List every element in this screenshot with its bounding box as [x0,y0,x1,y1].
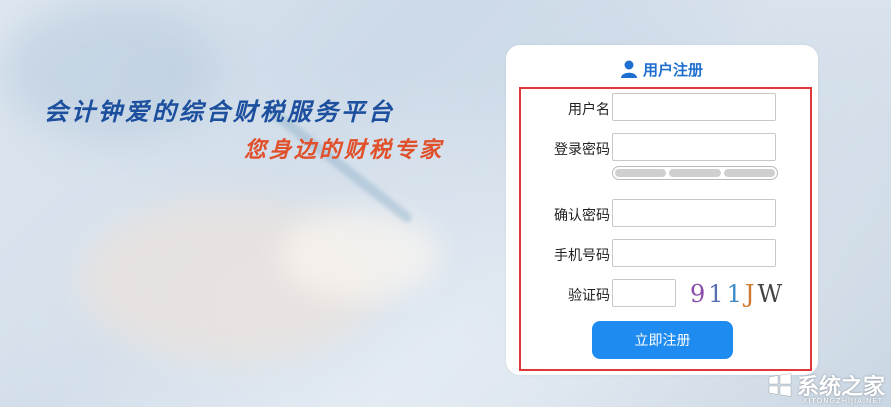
watermark-subtext: XITONGZHIJIA.NET [802,397,883,405]
panel-title-text: 用户注册 [642,61,703,79]
registration-page: 会计钟爱的综合财税服务平台 您身边的财税专家 用户注册 用户名： 登录密码： 确… [0,0,891,407]
watermark: 系统之家 XITONGZHIJIA.NET [767,369,885,405]
slogan-line-2: 您身边的财税专家 [244,137,445,163]
phone-row: 手机号码： [519,239,812,269]
password-strength-meter [612,166,778,180]
panel-title: 用户注册 [506,59,818,82]
strength-segment [615,169,667,177]
phone-input[interactable] [612,239,776,267]
slogan-line-1: 会计钟爱的综合财税服务平台 [44,97,395,126]
password-row: 登录密码： [519,133,812,163]
user-icon [620,60,637,82]
password-input[interactable] [612,133,776,161]
background-paper [280,210,440,300]
captcha-image[interactable]: 911JW [690,280,782,310]
confirm-row: 确认密码： [519,199,812,229]
username-row: 用户名： [519,93,812,123]
windows-logo-icon [768,373,792,397]
confirm-password-input[interactable] [612,199,776,227]
register-button[interactable]: 立即注册 [592,321,733,359]
captcha-input[interactable] [612,279,676,307]
strength-segment [669,169,721,177]
username-input[interactable] [612,93,776,121]
strength-segment [723,169,775,177]
